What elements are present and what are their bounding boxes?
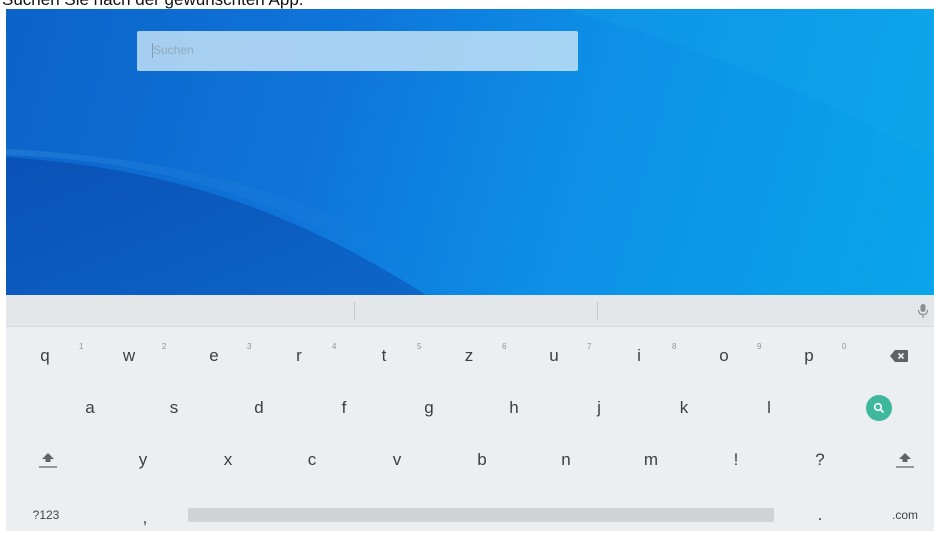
- key-w[interactable]: w 2: [104, 336, 167, 376]
- dotcom-key[interactable]: .com: [880, 495, 930, 535]
- key-t[interactable]: t 5: [359, 336, 422, 376]
- key-z[interactable]: z 6: [444, 336, 507, 376]
- key-d[interactable]: d: [234, 388, 284, 428]
- search-action-key[interactable]: [854, 388, 904, 428]
- key-n[interactable]: n: [541, 440, 591, 480]
- suggestion-divider: [597, 302, 598, 320]
- key-k[interactable]: k: [659, 388, 709, 428]
- key-g[interactable]: g: [404, 388, 454, 428]
- symbols-key[interactable]: ?123: [21, 495, 71, 535]
- shift-icon: [39, 453, 57, 468]
- key-hint: 2: [162, 342, 167, 351]
- key-o[interactable]: o 9: [699, 336, 761, 376]
- key-r[interactable]: r 4: [274, 336, 336, 376]
- key-e[interactable]: e 3: [189, 336, 251, 376]
- suggestion-bar: [6, 295, 934, 327]
- search-placeholder: Suchen: [153, 43, 194, 57]
- key-x[interactable]: x: [203, 440, 253, 480]
- key-s[interactable]: s: [149, 388, 199, 428]
- key-hint: 9: [757, 342, 762, 351]
- instruction-caption: Suchen Sie nach der gewünschten App.: [2, 0, 304, 9]
- key-a[interactable]: a: [65, 388, 115, 428]
- on-screen-keyboard: q 1 w 2 e 3 r 4 t 5 z 6 u 7 i 8 o 9 p 0: [6, 295, 934, 531]
- key-hint: 0: [842, 342, 847, 351]
- key-i[interactable]: i 8: [614, 336, 676, 376]
- key-hint: 7: [587, 342, 592, 351]
- key-f[interactable]: f: [319, 388, 369, 428]
- backspace-key[interactable]: [874, 336, 924, 376]
- key-p[interactable]: p 0: [784, 336, 846, 376]
- key-j[interactable]: j: [574, 388, 624, 428]
- key-hint: 8: [672, 342, 677, 351]
- search-icon: [873, 402, 885, 414]
- shift-icon: [896, 453, 914, 468]
- key-h[interactable]: h: [489, 388, 539, 428]
- key-b[interactable]: b: [457, 440, 507, 480]
- comma-key[interactable]: ,: [120, 498, 170, 538]
- key-u[interactable]: u 7: [529, 336, 591, 376]
- key-l[interactable]: l: [744, 388, 794, 428]
- spacebar[interactable]: [188, 508, 774, 522]
- key-exclamation[interactable]: !: [711, 440, 761, 480]
- key-y[interactable]: y: [118, 440, 168, 480]
- home-wallpaper: Suchen: [6, 9, 934, 295]
- key-hint: 1: [79, 342, 84, 351]
- shift-key-left[interactable]: [23, 440, 73, 480]
- key-hint: 6: [502, 342, 507, 351]
- key-hint: 4: [332, 342, 337, 351]
- suggestion-divider: [354, 302, 355, 320]
- key-q[interactable]: q 1: [20, 336, 83, 376]
- search-key-circle: [866, 395, 892, 421]
- backspace-icon: [890, 350, 908, 362]
- key-v[interactable]: v: [372, 440, 422, 480]
- key-hint: 5: [417, 342, 422, 351]
- key-m[interactable]: m: [626, 440, 676, 480]
- search-input[interactable]: Suchen: [137, 31, 578, 71]
- key-hint: 3: [247, 342, 252, 351]
- key-question[interactable]: ?: [795, 440, 845, 480]
- key-c[interactable]: c: [287, 440, 337, 480]
- shift-key-right[interactable]: [880, 440, 930, 480]
- period-key[interactable]: .: [795, 495, 845, 535]
- microphone-icon[interactable]: [917, 303, 929, 319]
